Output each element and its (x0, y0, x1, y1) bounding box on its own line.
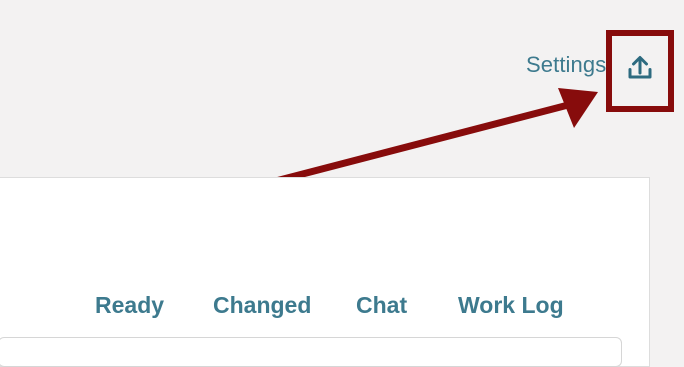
tab-changed[interactable]: Changed (213, 292, 311, 319)
settings-link[interactable]: Settings (526, 52, 606, 78)
tab-chat[interactable]: Chat (356, 292, 407, 319)
tab-content-area (0, 337, 622, 367)
tab-work-log[interactable]: Work Log (458, 292, 564, 319)
upload-icon[interactable] (626, 53, 654, 81)
tab-ready[interactable]: Ready (95, 292, 164, 319)
